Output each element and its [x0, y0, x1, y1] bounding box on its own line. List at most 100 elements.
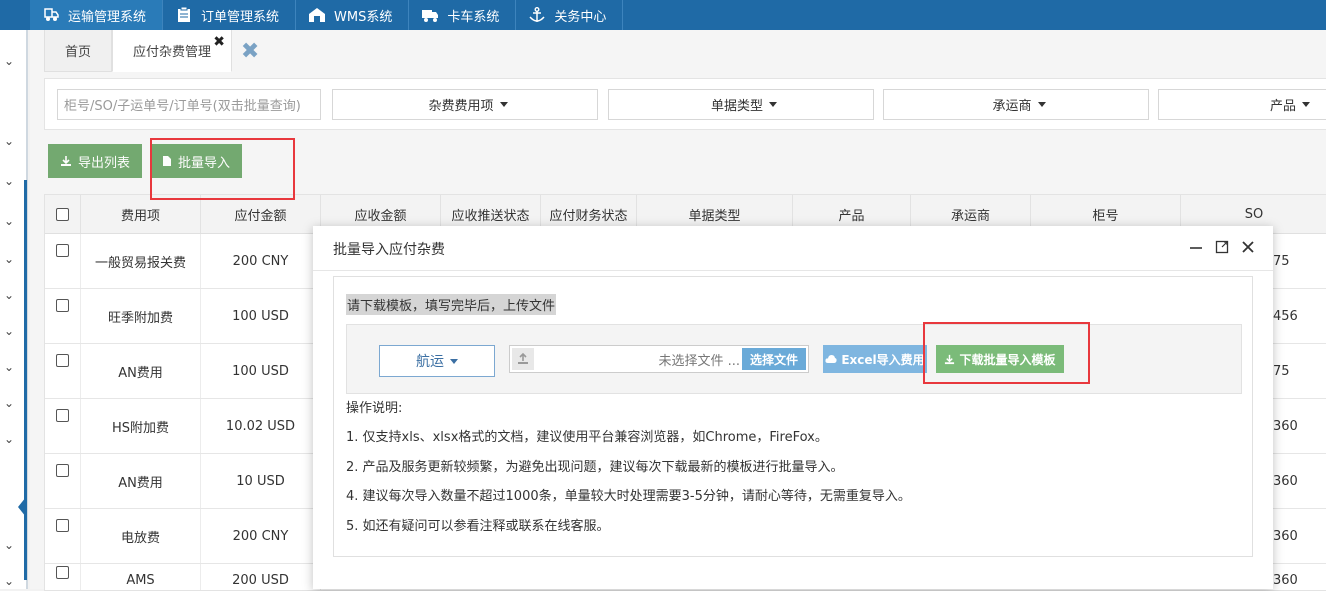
sidebar-active-pointer [18, 497, 26, 517]
search-input[interactable]: 柜号/SO/子运单号/订单号(双击批量查询) [57, 89, 321, 120]
carrier-dropdown[interactable]: 承运商 [883, 89, 1149, 120]
row-checkbox[interactable] [56, 244, 69, 257]
sidebar-active-accent [24, 180, 27, 580]
chevron-down-icon[interactable]: ⌄ [4, 252, 20, 266]
close-icon[interactable] [1239, 237, 1257, 257]
nav-label: 运输管理系统 [68, 9, 147, 25]
nav-label: WMS系统 [334, 9, 393, 25]
fee-item-dropdown[interactable]: 杂费费用项 [332, 89, 598, 120]
batch-import-dialog: 批量导入应付杂费 请下载模板，填写完毕后，上传文件 航运 未选择文件 ... 选… [313, 226, 1273, 589]
filter-bar: 柜号/SO/子运单号/订单号(双击批量查询) 杂费费用项 单据类型 承运商 产品 [44, 78, 1326, 130]
payable-amount-cell: 200 CNY [201, 234, 321, 288]
instruction-line: 1. 仅支持xls、xlsx格式的文档，建议使用平台兼容浏览器，如Chrome，… [346, 430, 828, 445]
payable-amount-cell: 10.02 USD [201, 399, 321, 453]
nav-transport-system[interactable]: 运输管理系统 [30, 0, 164, 30]
chevron-down-icon[interactable]: ⌄ [4, 396, 20, 410]
caret-down-icon [1302, 102, 1310, 107]
nav-label: 订单管理系统 [201, 9, 280, 25]
payable-amount-cell: 200 USD [201, 564, 321, 590]
chevron-down-icon[interactable]: ⌄ [4, 538, 20, 552]
row-select-cell [45, 509, 81, 563]
row-checkbox[interactable] [56, 409, 69, 422]
row-checkbox[interactable] [56, 354, 69, 367]
row-checkbox[interactable] [56, 566, 69, 579]
doc-type-dropdown[interactable]: 单据类型 [608, 89, 874, 120]
transport-mode-select[interactable]: 航运 [379, 345, 495, 377]
chevron-down-icon[interactable]: ⌄ [4, 432, 20, 446]
upload-icon [512, 348, 534, 370]
row-select-cell [45, 289, 81, 343]
nav-customs-center[interactable]: 关务中心 [516, 0, 624, 30]
caret-down-icon [499, 102, 508, 107]
tab-payable-misc-fees[interactable]: 应付杂费管理 ✖ [112, 30, 233, 72]
chevron-down-icon[interactable]: ⌄ [4, 214, 20, 228]
col-header[interactable]: 费用项 [81, 195, 201, 233]
payable-amount-cell: 10 USD [201, 454, 321, 508]
row-select-cell [45, 454, 81, 508]
cloud-upload-icon [825, 355, 837, 363]
select-all-checkbox[interactable] [56, 207, 69, 221]
page-tabs: 首页 应付杂费管理 ✖ ✖ [44, 30, 268, 72]
chevron-down-icon[interactable]: ⌄ [4, 574, 20, 588]
dropdown-label: 承运商 [992, 99, 1032, 114]
tab-home[interactable]: 首页 [44, 30, 113, 72]
upload-panel: 航运 未选择文件 ... 选择文件 Excel导入费用 下载批量导入模板 [346, 324, 1242, 394]
row-checkbox[interactable] [56, 464, 69, 477]
instructions-title: 操作说明: [346, 401, 403, 416]
nav-truck-system[interactable]: 卡车系统 [409, 0, 517, 30]
minimize-icon[interactable] [1187, 237, 1205, 257]
export-list-button[interactable]: 导出列表 [48, 144, 143, 178]
row-checkbox[interactable] [56, 299, 69, 312]
button-label: 导出列表 [78, 155, 131, 171]
instruction-line: 5. 如还有疑问可以参看注释或联系在线客服。 [346, 519, 610, 534]
anchor-icon [529, 7, 545, 22]
nav-label: 关务中心 [554, 9, 607, 25]
select-all-cell [45, 195, 81, 233]
dropdown-label: 杂费费用项 [428, 99, 494, 114]
truck-icon [422, 10, 439, 22]
excel-import-button[interactable]: Excel导入费用 [823, 345, 927, 373]
chevron-down-icon[interactable]: ⌄ [4, 360, 20, 374]
dialog-body: 请下载模板，填写完毕后，上传文件 航运 未选择文件 ... 选择文件 Excel… [333, 276, 1253, 557]
top-nav-bar: 运输管理系统 订单管理系统 WMS系统 卡车系统 关务中心 [0, 0, 1326, 30]
caret-down-icon [1037, 102, 1046, 107]
chevron-down-icon[interactable]: ⌄ [4, 134, 20, 148]
upload-hint: 请下载模板，填写完毕后，上传文件 [346, 294, 557, 315]
instruction-line: 2. 产品及服务更新较频繁，为避免出现问题，建议每次下载最新的模板进行批量导入。 [346, 460, 844, 475]
caret-down-icon [450, 358, 458, 364]
row-checkbox[interactable] [56, 519, 69, 532]
maximize-icon[interactable] [1213, 237, 1231, 257]
dialog-header: 批量导入应付杂费 [313, 226, 1273, 271]
close-all-tabs-icon[interactable]: ✖ [232, 30, 268, 72]
dropdown-label: 单据类型 [710, 99, 763, 114]
nav-wms-system[interactable]: WMS系统 [296, 0, 410, 30]
sidebar-rail: ⌄ ⌄ ⌄ ⌄ ⌄ ⌄ ⌄ ⌄ ⌄ ⌄ ⌄ ⌄ [0, 30, 28, 589]
close-tab-icon[interactable]: ✖ [213, 34, 225, 50]
button-label: Excel导入费用 [841, 352, 925, 367]
dialog-title: 批量导入应付杂费 [333, 242, 445, 258]
file-placeholder: 未选择文件 ... [658, 353, 740, 369]
system-nav: 运输管理系统 订单管理系统 WMS系统 卡车系统 关务中心 [30, 0, 624, 30]
highlight-box [923, 322, 1090, 384]
payable-amount-cell: 200 CNY [201, 509, 321, 563]
fee-item-cell: AMS [81, 564, 201, 590]
search-placeholder: 柜号/SO/子运单号/订单号(双击批量查询) [64, 99, 301, 114]
product-dropdown[interactable]: 产品 [1158, 89, 1326, 120]
row-select-cell [45, 564, 81, 590]
download-icon [61, 156, 71, 166]
row-select-cell [45, 344, 81, 398]
choose-file-button[interactable]: 选择文件 [742, 348, 806, 370]
file-input[interactable]: 未选择文件 ... 选择文件 [509, 345, 809, 373]
chevron-down-icon[interactable]: ⌄ [4, 288, 20, 302]
tab-label: 应付杂费管理 [133, 45, 212, 60]
caret-down-icon [769, 102, 777, 107]
fee-item-cell: AN费用 [81, 344, 201, 398]
nav-order-system[interactable]: 订单管理系统 [163, 0, 297, 30]
chevron-down-icon[interactable]: ⌄ [4, 54, 20, 68]
warehouse-icon [309, 8, 326, 22]
tab-label: 首页 [65, 45, 92, 60]
chevron-down-icon[interactable]: ⌄ [4, 324, 20, 338]
chevron-down-icon[interactable]: ⌄ [4, 174, 20, 188]
col-header[interactable]: 应付金额 [201, 195, 321, 233]
dropdown-label: 产品 [1269, 99, 1296, 114]
